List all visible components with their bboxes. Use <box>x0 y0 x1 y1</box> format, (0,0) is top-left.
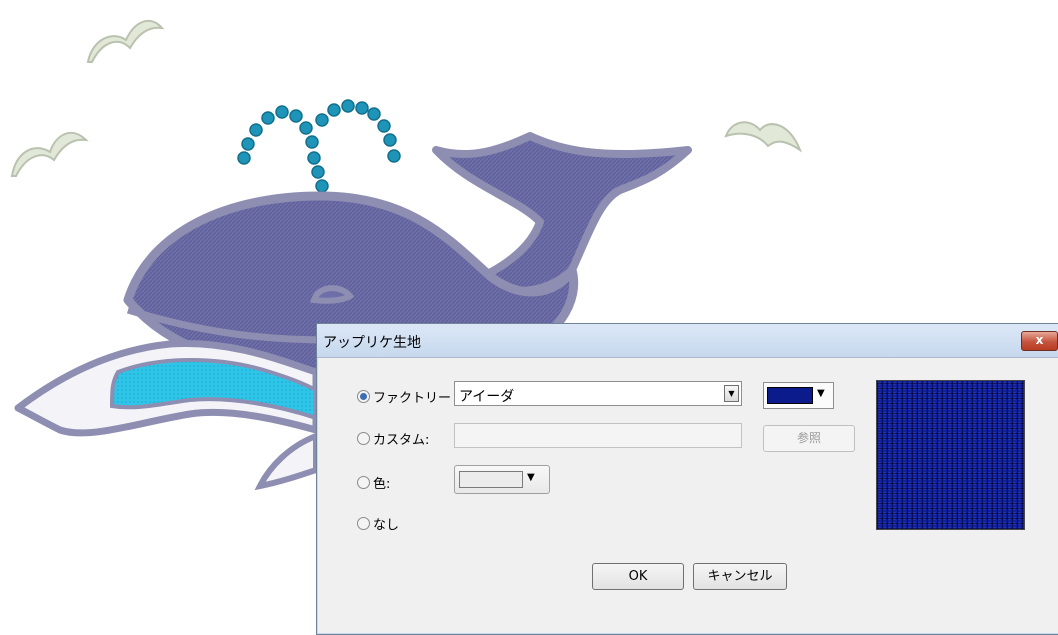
custom-radio[interactable] <box>357 432 370 445</box>
dialog-title: アップリケ生地 <box>323 335 421 351</box>
fabric-color-picker[interactable]: ▼ <box>763 382 834 409</box>
none-option[interactable]: なし <box>357 514 399 533</box>
chevron-down-icon[interactable]: ▼ <box>724 385 739 402</box>
custom-option[interactable]: カスタム: <box>357 429 429 448</box>
factory-radio[interactable] <box>357 390 370 403</box>
browse-button[interactable]: 参照 <box>763 425 855 452</box>
custom-fabric-field[interactable] <box>454 423 742 448</box>
fabric-type-select[interactable]: アイーダ ▼ <box>454 381 742 406</box>
close-icon: x <box>1035 333 1044 347</box>
chevron-down-icon: ▼ <box>817 388 825 399</box>
fabric-type-value: アイーダ <box>459 389 515 405</box>
color-swatch <box>459 471 523 488</box>
color-option[interactable]: 色: <box>357 473 390 492</box>
chevron-down-icon: ▼ <box>527 472 535 483</box>
close-button[interactable]: x <box>1021 331 1058 351</box>
seagull-right <box>724 121 803 153</box>
cancel-button[interactable]: キャンセル <box>693 563 787 590</box>
seagull-left <box>10 131 89 177</box>
color-picker[interactable]: ▼ <box>454 465 550 494</box>
color-radio[interactable] <box>357 476 370 489</box>
ok-button[interactable]: OK <box>592 563 684 590</box>
custom-label: カスタム: <box>373 433 430 448</box>
whale-eye <box>310 285 355 304</box>
none-radio[interactable] <box>357 517 370 530</box>
fabric-color-swatch <box>767 387 813 404</box>
factory-label: ファクトリー <box>373 391 452 406</box>
factory-option[interactable]: ファクトリー <box>357 387 451 406</box>
applique-fabric-dialog: アップリケ生地 x ファクトリー アイーダ ▼ ▼ カスタム: 参照 色: ▼ … <box>316 323 1058 635</box>
none-label: なし <box>373 518 400 533</box>
dialog-titlebar[interactable]: アップリケ生地 x <box>317 324 1058 358</box>
water-fin <box>254 431 319 491</box>
fabric-preview <box>876 380 1025 530</box>
seagull-top <box>86 19 165 63</box>
water-spout <box>237 99 401 193</box>
color-label: 色: <box>373 477 391 492</box>
